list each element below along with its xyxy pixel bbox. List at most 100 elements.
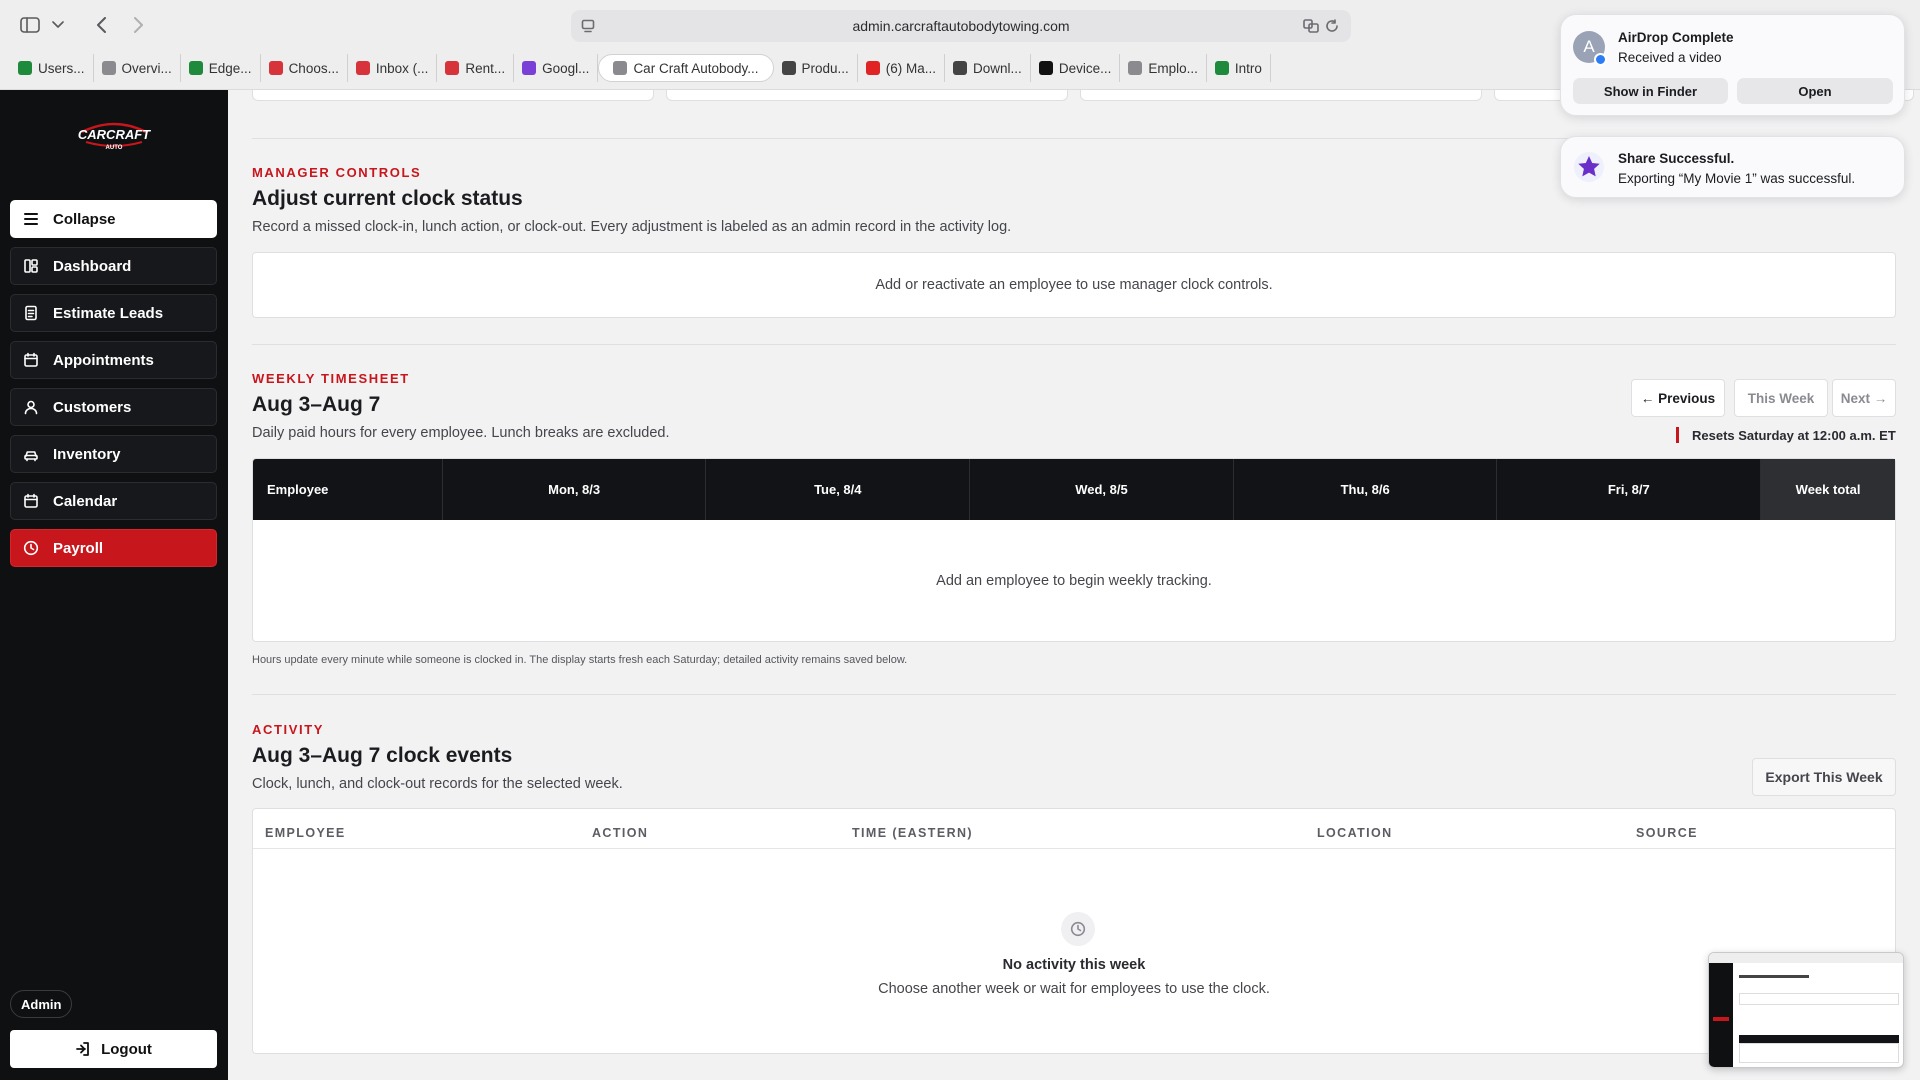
favicon-icon [445,61,460,75]
browser-tab[interactable]: (6) Ma... [858,54,946,82]
browser-tab[interactable]: Car Craft Autobody... [598,54,774,82]
favicon-icon [1214,61,1229,75]
browser-tab[interactable]: Edge... [181,54,261,82]
back-icon[interactable] [96,17,108,33]
open-button[interactable]: Open [1737,78,1893,104]
collapse-button[interactable]: Collapse [10,200,217,238]
sidebar-item-label: Customers [53,398,132,416]
activity-eyebrow: ACTIVITY [252,722,325,737]
browser-tab[interactable]: Inbox (... [348,54,438,82]
notification-body: Received a video [1618,50,1722,65]
timesheet-column-header: Thu, 8/6 [1234,459,1498,520]
sidebar-item-calendar[interactable]: Calendar [10,482,217,520]
document-icon [25,305,37,321]
timesheet-description: Daily paid hours for every employee. Lun… [252,425,670,441]
browser-tab[interactable]: Emplo... [1120,54,1207,82]
favicon-icon [613,61,628,75]
sidebar: CARCRAFT AUTO Collapse Dashboard Estimate… [0,90,228,1080]
tab-label: Car Craft Autobody... [633,60,759,76]
collapse-label: Collapse [53,210,116,228]
next-week-button[interactable]: Next → [1832,379,1896,417]
sidebar-item-label: Appointments [53,351,154,369]
activity-column-header: TIME (EASTERN) [852,826,973,840]
favicon-icon [522,61,537,75]
manager-controls-empty: Add or reactivate an employee to use man… [875,277,1273,293]
sidebar-item-payroll[interactable]: Payroll [10,529,217,567]
timesheet-column-header: Employee [253,459,443,520]
sidebar-item-label: Inventory [53,445,121,463]
favicon-icon [781,61,796,75]
browser-tab[interactable]: Users... [10,54,94,82]
sidebar-item-inventory[interactable]: Inventory [10,435,217,473]
timesheet-column-header: Mon, 8/3 [443,459,707,520]
airdrop-notification[interactable]: A AirDrop Complete Received a video Show… [1560,14,1905,116]
clock-icon [1061,912,1095,946]
favicon-icon [268,61,283,75]
url-bar[interactable]: admin.carcraftautobodytowing.com [571,10,1351,42]
svg-text:AUTO: AUTO [106,145,123,151]
calendar-icon [24,493,38,508]
sidebar-item-label: Estimate Leads [53,304,164,322]
forward-icon[interactable] [132,17,144,33]
timesheet-column-header: Wed, 8/5 [970,459,1234,520]
timesheet-column-header: Week total [1761,459,1895,520]
browser-tab[interactable]: Downl... [945,54,1031,82]
favicon-icon [355,61,370,75]
timesheet-header-row: Employee Mon, 8/3 Tue, 8/4 Wed, 8/5 Thu, 8/6… [253,459,1895,520]
tab-label: Choos... [288,60,339,76]
browser-tab[interactable]: Intro [1207,54,1271,82]
previous-week-button[interactable]: ← Previous [1631,379,1725,417]
divider [252,344,1896,345]
tab-label: Device... [1058,60,1112,76]
manager-controls-eyebrow: MANAGER CONTROLS [252,165,422,180]
sidebar-toggle-icon[interactable] [20,17,40,33]
logout-button[interactable]: Logout [10,1030,217,1068]
page-settings-icon[interactable] [581,19,595,33]
translate-icon[interactable] [1303,19,1319,33]
show-in-finder-button[interactable]: Show in Finder [1573,78,1728,104]
export-week-button[interactable]: Export This Week [1752,758,1896,796]
screenshot-thumbnail[interactable] [1708,952,1904,1068]
divider [252,694,1896,695]
browser-tab[interactable]: Googl... [514,54,599,82]
reload-icon[interactable] [1325,19,1339,33]
tab-label: Inbox (... [375,60,429,76]
tab-label: Rent... [465,60,506,76]
tab-label: Googl... [542,60,590,76]
activity-column-header: LOCATION [1317,826,1393,840]
browser-tab[interactable]: Device... [1031,54,1121,82]
manager-controls-description: Record a missed clock-in, lunch action, … [252,219,1012,235]
tab-label: Intro [1234,60,1262,76]
sidebar-item-label: Dashboard [53,257,132,275]
browser-tab[interactable]: Produ... [774,54,858,82]
tab-label: (6) Ma... [885,60,937,76]
activity-column-header: ACTION [592,826,649,840]
user-icon [24,400,38,415]
chevron-down-icon[interactable] [52,21,64,29]
car-icon [24,451,38,462]
browser-tab[interactable]: Overvi... [94,54,181,82]
favicon-icon [1128,61,1143,75]
activity-empty-title: No activity this week [1002,957,1146,973]
svg-text:CARCRAFT: CARCRAFT [78,127,151,142]
timesheet-table: Employee Mon, 8/3 Tue, 8/4 Wed, 8/5 Thu, 8/6… [252,458,1896,642]
carcraft-logo[interactable]: CARCRAFT AUTO [76,118,152,152]
menu-icon [24,213,38,225]
sidebar-item-estimate-leads[interactable]: Estimate Leads [10,294,217,332]
dashboard-icon [24,259,38,273]
this-week-button[interactable]: This Week [1734,379,1828,417]
sidebar-item-label: Payroll [53,539,104,557]
favicon-icon [953,61,968,75]
sidebar-item-customers[interactable]: Customers [10,388,217,426]
share-notification[interactable]: Share Successful. Exporting “My Movie 1”… [1560,136,1905,198]
calendar-icon [24,352,38,367]
browser-tab[interactable]: Choos... [261,54,348,82]
tab-label: Produ... [801,60,849,76]
sidebar-item-dashboard[interactable]: Dashboard [10,247,217,285]
favicon-icon [865,61,880,75]
browser-tab[interactable]: Rent... [437,54,515,82]
url-text: admin.carcraftautobodytowing.com [852,18,1070,34]
sidebar-item-appointments[interactable]: Appointments [10,341,217,379]
activity-column-header: EMPLOYEE [265,826,346,840]
tab-label: Users... [38,60,85,76]
